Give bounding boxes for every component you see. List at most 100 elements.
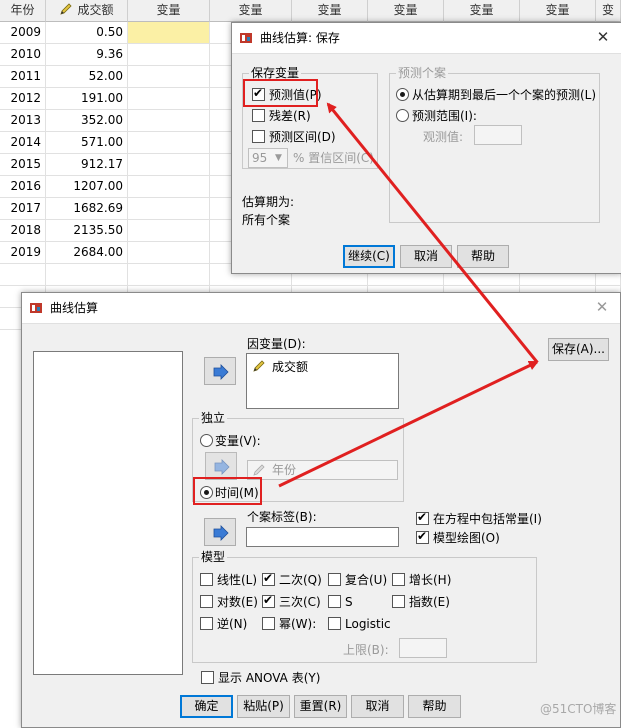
move-to-independent-button[interactable]: [205, 452, 237, 480]
plot-models-checkbox[interactable]: [416, 529, 429, 544]
close-icon[interactable]: ✕: [593, 27, 613, 47]
close-icon[interactable]: ✕: [592, 297, 612, 317]
paste-button[interactable]: 粘贴(P): [237, 695, 290, 718]
cell-amount[interactable]: 1207.00: [46, 176, 128, 198]
case-label-input[interactable]: [246, 527, 399, 547]
save-dialog-titlebar[interactable]: 曲线估算: 保存 ✕: [232, 23, 621, 54]
watermark-text: @51CTO博客: [540, 702, 617, 716]
column-header-var[interactable]: 变量: [444, 0, 520, 22]
variable-radio[interactable]: [200, 434, 213, 447]
model-checkbox[interactable]: [200, 573, 213, 586]
help-button[interactable]: 帮助: [457, 245, 509, 268]
dependent-label: 因变量(D):: [247, 337, 306, 351]
arrow-right-icon: [213, 525, 229, 541]
save-button[interactable]: 保存(A)...: [548, 338, 609, 361]
show-anova-checkbox[interactable]: [201, 671, 214, 684]
column-header-year[interactable]: 年份: [0, 0, 46, 22]
plot-models-label: 模型绘图(O): [433, 531, 500, 545]
cell-year[interactable]: 2014: [0, 132, 46, 154]
model-checkbox[interactable]: [328, 617, 341, 630]
predict-to-last-radio[interactable]: [396, 88, 409, 101]
reset-button[interactable]: 重置(R): [294, 695, 347, 718]
cell-amount[interactable]: 52.00: [46, 66, 128, 88]
case-label-label: 个案标签(B):: [247, 510, 317, 524]
cell-year[interactable]: 2017: [0, 198, 46, 220]
cell-year[interactable]: 2010: [0, 44, 46, 66]
dependent-item-label[interactable]: 成交额: [272, 360, 308, 374]
model-label: 增长(H): [409, 573, 452, 587]
model-checkbox[interactable]: [262, 571, 275, 586]
column-header-var[interactable]: 变量: [292, 0, 368, 22]
predict-range-radio[interactable]: [396, 109, 409, 122]
cell-amount[interactable]: [46, 264, 128, 286]
include-constant-checkbox[interactable]: [416, 510, 429, 525]
cell-empty[interactable]: [128, 242, 210, 264]
cell-amount[interactable]: 2135.50: [46, 220, 128, 242]
predict-range-label: 预测范围(I):: [412, 109, 477, 123]
column-header-amount[interactable]: 成交额: [46, 0, 128, 22]
scale-variable-icon: [253, 464, 265, 476]
move-to-dependent-button[interactable]: [204, 357, 236, 385]
cell-empty[interactable]: [128, 220, 210, 242]
model-checkbox[interactable]: [200, 617, 213, 630]
column-header-var[interactable]: 变量: [210, 0, 292, 22]
predict-to-last-label: 从估算期到最后一个个案的预测(L): [412, 88, 597, 102]
column-header-var[interactable]: 变量: [128, 0, 210, 22]
column-header-var[interactable]: 变量: [368, 0, 444, 22]
model-checkbox[interactable]: [328, 595, 341, 608]
model-checkbox[interactable]: [200, 595, 213, 608]
cell-empty[interactable]: [128, 110, 210, 132]
independent-variable-value: 年份: [272, 463, 297, 477]
cell-amount[interactable]: 912.17: [46, 154, 128, 176]
cell-empty[interactable]: [128, 44, 210, 66]
cell-year[interactable]: 2019: [0, 242, 46, 264]
dependent-list[interactable]: 成交额: [246, 353, 399, 409]
model-checkbox[interactable]: [262, 593, 275, 608]
cancel-button[interactable]: 取消: [400, 245, 452, 268]
cancel-button[interactable]: 取消: [351, 695, 404, 718]
cell-amount[interactable]: 2684.00: [46, 242, 128, 264]
prediction-interval-label: 预测区间(D): [269, 130, 336, 144]
move-to-case-label-button[interactable]: [204, 518, 236, 546]
cell-year[interactable]: 2009: [0, 22, 46, 44]
cell-amount[interactable]: 571.00: [46, 132, 128, 154]
model-checkbox[interactable]: [392, 595, 405, 608]
cell-year[interactable]: 2018: [0, 220, 46, 242]
cell-empty[interactable]: [128, 264, 210, 286]
model-checkbox[interactable]: [328, 573, 341, 586]
cell-year[interactable]: 2012: [0, 88, 46, 110]
ok-button[interactable]: 确定: [180, 695, 233, 718]
estimation-period-value: 所有个案: [242, 213, 291, 227]
cell-year[interactable]: [0, 264, 46, 286]
cell-empty[interactable]: [128, 198, 210, 220]
cell-year[interactable]: 2015: [0, 154, 46, 176]
cell-amount[interactable]: 1682.69: [46, 198, 128, 220]
cell-empty[interactable]: [128, 66, 210, 88]
cell-empty[interactable]: [128, 132, 210, 154]
residuals-checkbox[interactable]: [252, 109, 265, 122]
source-variable-list[interactable]: [33, 351, 183, 675]
save-variables-legend: 保存变量: [249, 66, 302, 80]
column-header-var[interactable]: 变: [596, 0, 621, 22]
cell-empty[interactable]: [128, 176, 210, 198]
column-header-var[interactable]: 变量: [520, 0, 596, 22]
cell-year[interactable]: 2011: [0, 66, 46, 88]
residuals-label: 残差(R): [269, 109, 311, 123]
model-checkbox[interactable]: [262, 617, 275, 630]
model-label: 二次(Q): [279, 573, 322, 587]
cell-amount[interactable]: 0.50: [46, 22, 128, 44]
cell-empty[interactable]: [128, 154, 210, 176]
cell-amount[interactable]: 352.00: [46, 110, 128, 132]
help-button[interactable]: 帮助: [408, 695, 461, 718]
prediction-interval-checkbox[interactable]: [252, 130, 265, 143]
continue-button[interactable]: 继续(C): [343, 245, 395, 268]
cell-year[interactable]: 2013: [0, 110, 46, 132]
cell-year[interactable]: 2016: [0, 176, 46, 198]
models-legend: 模型: [199, 550, 228, 564]
model-checkbox[interactable]: [392, 573, 405, 586]
curve-estimation-titlebar[interactable]: 曲线估算 ✕: [22, 293, 620, 324]
cell-amount[interactable]: 191.00: [46, 88, 128, 110]
cell-empty[interactable]: [128, 22, 210, 44]
cell-amount[interactable]: 9.36: [46, 44, 128, 66]
cell-empty[interactable]: [128, 88, 210, 110]
